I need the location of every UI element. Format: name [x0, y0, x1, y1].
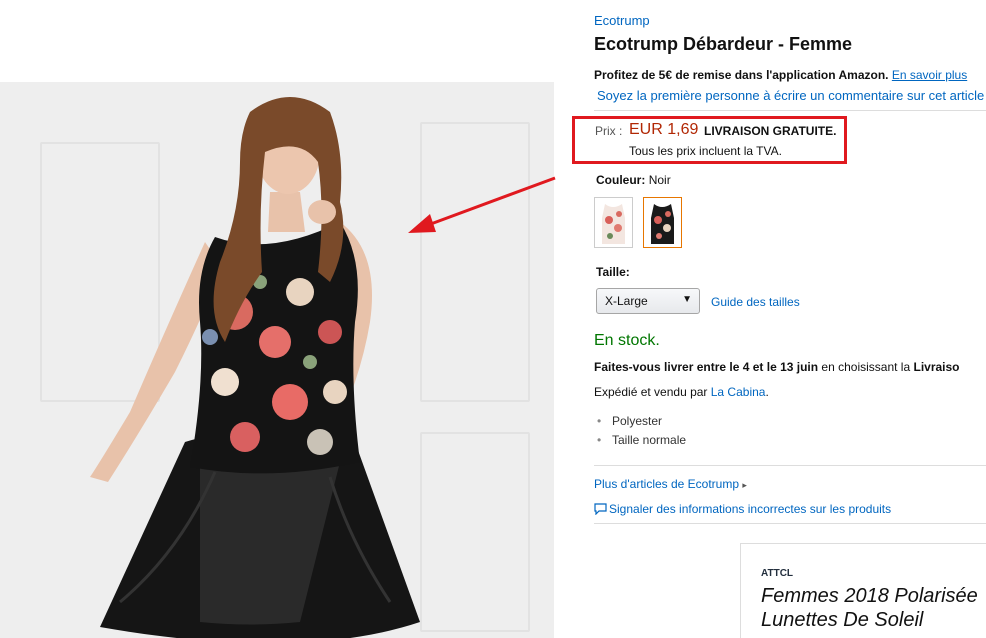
- dropdown-caret-icon: ▼: [682, 294, 692, 305]
- price-label: Prix :: [595, 124, 623, 138]
- delivery-middle-text: en choisissant la: [818, 360, 914, 374]
- annotation-arrow-icon: [408, 176, 556, 233]
- model-photo: [90, 97, 420, 638]
- report-incorrect-info-link[interactable]: Signaler des informations incorrectes su…: [594, 502, 891, 516]
- feature-bullet: Taille normale: [597, 433, 686, 452]
- speech-bubble-icon: [594, 503, 607, 516]
- promo-text: Profitez de 5€ de remise dans l'applicat…: [594, 68, 967, 82]
- tax-note: Tous les prix incluent la TVA.: [629, 144, 782, 158]
- free-shipping-text: LIVRAISON GRATUITE.: [704, 124, 837, 138]
- more-from-brand-link[interactable]: Plus d'articles de Ecotrump ▸: [594, 477, 747, 491]
- write-review-link[interactable]: Soyez la première personne à écrire un c…: [597, 88, 984, 103]
- ad-title-line: Lunettes De Soleil: [761, 609, 924, 631]
- swatch-white-top-icon: [602, 204, 625, 244]
- promo-message: Profitez de 5€ de remise dans l'applicat…: [594, 68, 889, 82]
- size-dropdown[interactable]: X-Large ▼: [596, 288, 700, 314]
- brand-link[interactable]: Ecotrump: [594, 13, 650, 28]
- color-label: Couleur:: [596, 173, 646, 187]
- more-from-brand-label: Plus d'articles de Ecotrump: [594, 477, 740, 491]
- seller-link[interactable]: La Cabina: [711, 385, 766, 399]
- ad-brand: ATTCL: [761, 568, 794, 579]
- seller-prefix: Expédié et vendu par: [594, 385, 711, 399]
- color-selected-value: Noir: [648, 173, 671, 187]
- promo-learn-more-link[interactable]: En savoir plus: [892, 68, 967, 82]
- size-guide-link[interactable]: Guide des tailles: [711, 295, 800, 309]
- price-value: EUR 1,69: [629, 121, 699, 138]
- feature-bullet: Polyester: [597, 414, 686, 433]
- caret-right-icon: ▸: [742, 480, 747, 490]
- swatch-black-top-icon: [651, 204, 674, 244]
- color-swatch-floral-black[interactable]: [643, 197, 682, 248]
- color-selection: Couleur: Noir: [596, 173, 671, 187]
- ad-title: Femmes 2018 Polarisée Lunettes De Soleil: [761, 584, 978, 632]
- stock-status: En stock.: [594, 332, 660, 349]
- delivery-dates: Faites-vous livrer entre le 4 et le 13 j…: [594, 360, 819, 374]
- delivery-info: Faites-vous livrer entre le 4 et le 13 j…: [594, 360, 960, 374]
- ad-title-line: Femmes 2018 Polarisée: [761, 585, 978, 607]
- price-highlight-box: Prix : EUR 1,69 LIVRAISON GRATUITE. Tous…: [572, 116, 847, 164]
- delivery-option: Livraiso: [913, 360, 960, 374]
- size-label: Taille:: [596, 265, 630, 279]
- seller-suffix: .: [765, 385, 769, 399]
- color-swatch-floral-white[interactable]: [594, 197, 633, 248]
- divider: [594, 110, 986, 111]
- divider: [594, 523, 986, 524]
- sponsored-ad-card[interactable]: ATTCL Femmes 2018 Polarisée Lunettes De …: [740, 543, 986, 638]
- feature-bullets: Polyester Taille normale: [597, 414, 686, 452]
- seller-info: Expédié et vendu par La Cabina.: [594, 385, 769, 399]
- size-selected-value: X-Large: [605, 294, 648, 308]
- product-main-image[interactable]: [0, 82, 554, 638]
- product-title: Ecotrump Débardeur - Femme: [594, 34, 853, 54]
- report-link-label: Signaler des informations incorrectes su…: [609, 502, 892, 516]
- divider: [594, 465, 986, 466]
